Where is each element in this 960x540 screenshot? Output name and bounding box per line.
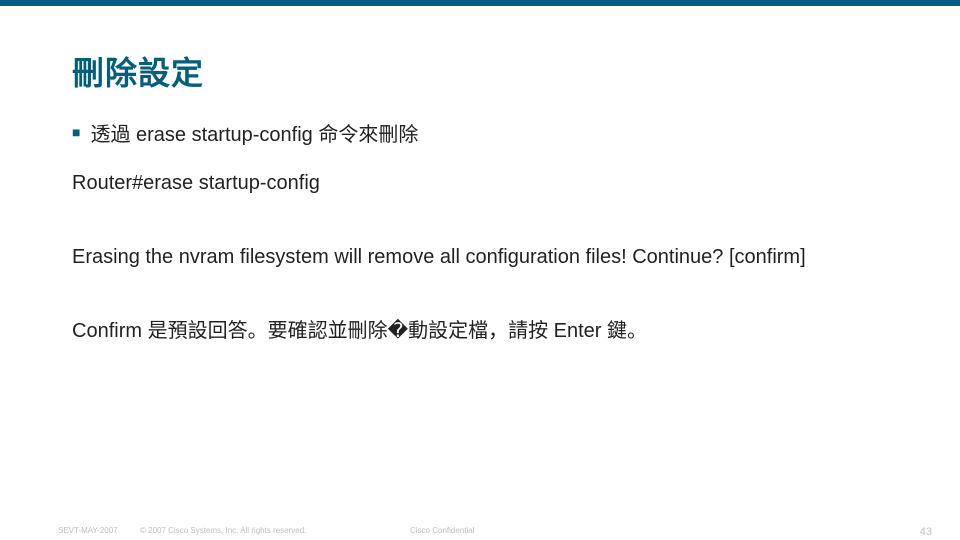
slide-content: ■ 透過 erase startup-config 命令來刪除 Router#e… (72, 118, 892, 345)
footer-ref: SEVT-MAY-2007 (58, 526, 118, 535)
slide-title: 刪除設定 (72, 48, 204, 94)
bullet-item: ■ 透過 erase startup-config 命令來刪除 (72, 118, 892, 147)
bullet-text: 透過 erase startup-config 命令來刪除 (90, 118, 418, 147)
footer-confidential: Cisco Confidential (410, 526, 474, 535)
footer-copyright: © 2007 Cisco Systems, Inc. All rights re… (140, 526, 306, 535)
footer-page-number: 43 (920, 526, 932, 538)
slide: 刪除設定 ■ 透過 erase startup-config 命令來刪除 Rou… (0, 0, 960, 540)
warning-block: Erasing the nvram filesystem will remove… (72, 243, 892, 271)
command-line: Router#erase startup-config (72, 169, 892, 197)
confirm-note: Confirm 是預設回答。要確認並刪除�動設定檔，請按 Enter 鍵。 (72, 317, 892, 345)
bullet-marker-icon: ■ (72, 118, 80, 146)
top-accent-bar (0, 0, 960, 6)
